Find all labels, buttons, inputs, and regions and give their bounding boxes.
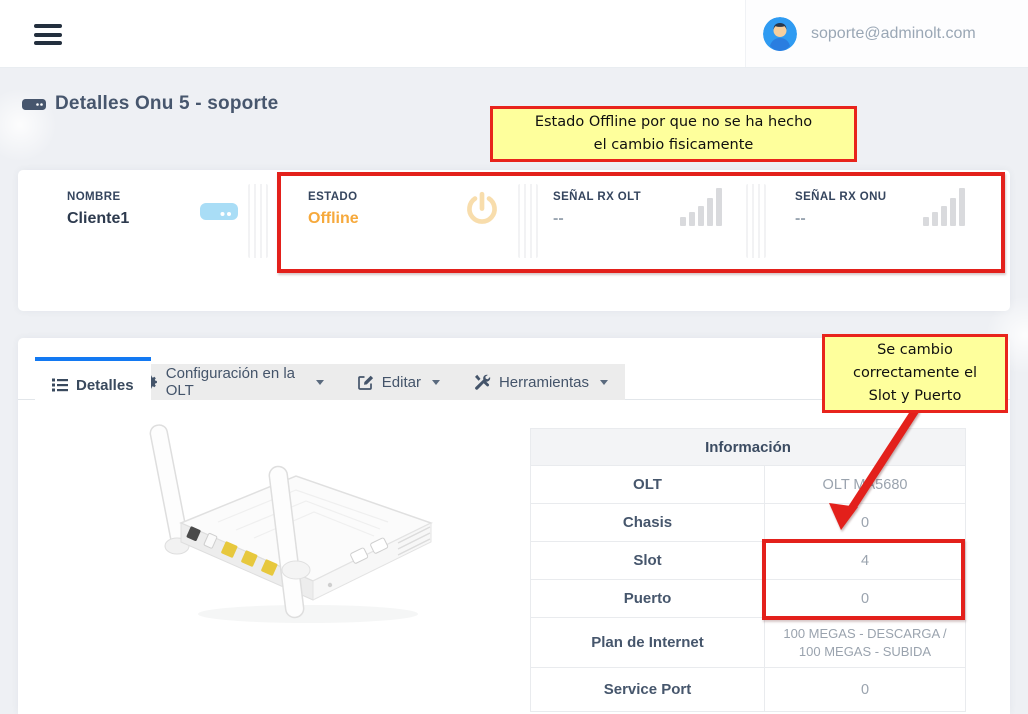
tools-icon — [474, 374, 491, 390]
table-row: Slot 4 — [531, 542, 966, 580]
tab-detalles-label: Detalles — [76, 377, 134, 394]
table-row: Puerto 0 — [531, 580, 966, 618]
table-row: OLT OLT MA5680 — [531, 466, 966, 504]
stat-senal-rx-olt-value: -- — [553, 210, 641, 228]
table-row: Service Port 0 — [531, 668, 966, 712]
onu-product-image — [58, 418, 488, 710]
stat-senal-rx-olt: SEÑAL RX OLT -- — [553, 191, 641, 228]
stat-senal-rx-onu-value: -- — [795, 210, 887, 228]
table-title: Información — [531, 429, 966, 466]
caret-down-icon — [316, 380, 324, 385]
tab-herramientas-label: Herramientas — [499, 374, 589, 391]
avatar — [763, 17, 797, 51]
annotation-note-estado: Estado Offline por que no se ha hecho el… — [490, 106, 857, 162]
stat-nombre-value: Cliente1 — [67, 210, 129, 228]
tab-editar-label: Editar — [382, 374, 421, 391]
status-card: NOMBRE Cliente1 ESTADO Offline SEÑAL RX … — [18, 170, 1010, 311]
tab-herramientas[interactable]: Herramientas — [457, 364, 625, 400]
tab-strip: Configuración en la OLT Editar — [127, 364, 625, 400]
row-olt-label: OLT — [531, 466, 765, 504]
divider — [248, 184, 268, 258]
table-row: Chasis 0 — [531, 504, 966, 542]
row-puerto-label: Puerto — [531, 580, 765, 618]
signal-bars-icon — [680, 184, 722, 226]
row-chasis-label: Chasis — [531, 504, 765, 542]
stat-nombre-label: NOMBRE — [67, 191, 129, 203]
signal-bars-icon — [923, 184, 965, 226]
page-title-text: Detalles Onu 5 - soporte — [55, 93, 278, 115]
menu-icon[interactable] — [34, 24, 62, 45]
annotation-note-slot: Se cambio correctamente el Slot y Puerto — [822, 334, 1008, 413]
information-table: Información OLT OLT MA5680 Chasis 0 Slot… — [530, 428, 966, 712]
row-plan-value: 100 MEGAS - DESCARGA / 100 MEGAS - SUBID… — [765, 618, 966, 668]
row-slot-label: Slot — [531, 542, 765, 580]
row-serviceport-label: Service Port — [531, 668, 765, 712]
power-icon — [464, 191, 500, 229]
tab-editar[interactable]: Editar — [341, 364, 457, 400]
row-plan-label: Plan de Internet — [531, 618, 765, 668]
row-chasis-value: 0 — [765, 504, 966, 542]
table-header-row: Información — [531, 429, 966, 466]
row-puerto-value: 0 — [765, 580, 966, 618]
stat-senal-rx-onu: SEÑAL RX ONU -- — [795, 191, 887, 228]
app-screen: soporte@adminolt.com Detalles Onu 5 - so… — [0, 0, 1028, 714]
table-row: Plan de Internet 100 MEGAS - DESCARGA / … — [531, 618, 966, 668]
stat-nombre: NOMBRE Cliente1 — [67, 191, 129, 228]
divider — [746, 184, 766, 258]
stat-estado: ESTADO Offline — [308, 191, 359, 228]
status-badge: Offline — [308, 210, 359, 228]
onu-title-icon — [22, 95, 46, 113]
page-title: Detalles Onu 5 - soporte — [22, 93, 278, 115]
stat-senal-rx-olt-label: SEÑAL RX OLT — [553, 191, 641, 203]
row-slot-value: 4 — [765, 542, 966, 580]
row-serviceport-value: 0 — [765, 668, 966, 712]
top-navbar: soporte@adminolt.com — [0, 0, 1028, 68]
tab-configuracion-olt-label: Configuración en la OLT — [166, 365, 305, 399]
caret-down-icon — [600, 380, 608, 385]
user-menu[interactable]: soporte@adminolt.com — [745, 0, 1028, 67]
tab-detalles[interactable]: Detalles — [35, 357, 151, 400]
device-icon — [198, 196, 240, 226]
row-olt-value: OLT MA5680 — [765, 466, 966, 504]
edit-icon — [358, 374, 374, 390]
stat-estado-label: ESTADO — [308, 191, 359, 203]
user-email: soporte@adminolt.com — [811, 25, 976, 43]
caret-down-icon — [432, 380, 440, 385]
stat-senal-rx-onu-label: SEÑAL RX ONU — [795, 191, 887, 203]
list-icon — [52, 378, 68, 392]
tab-configuracion-olt[interactable]: Configuración en la OLT — [127, 364, 341, 400]
divider — [518, 184, 538, 258]
